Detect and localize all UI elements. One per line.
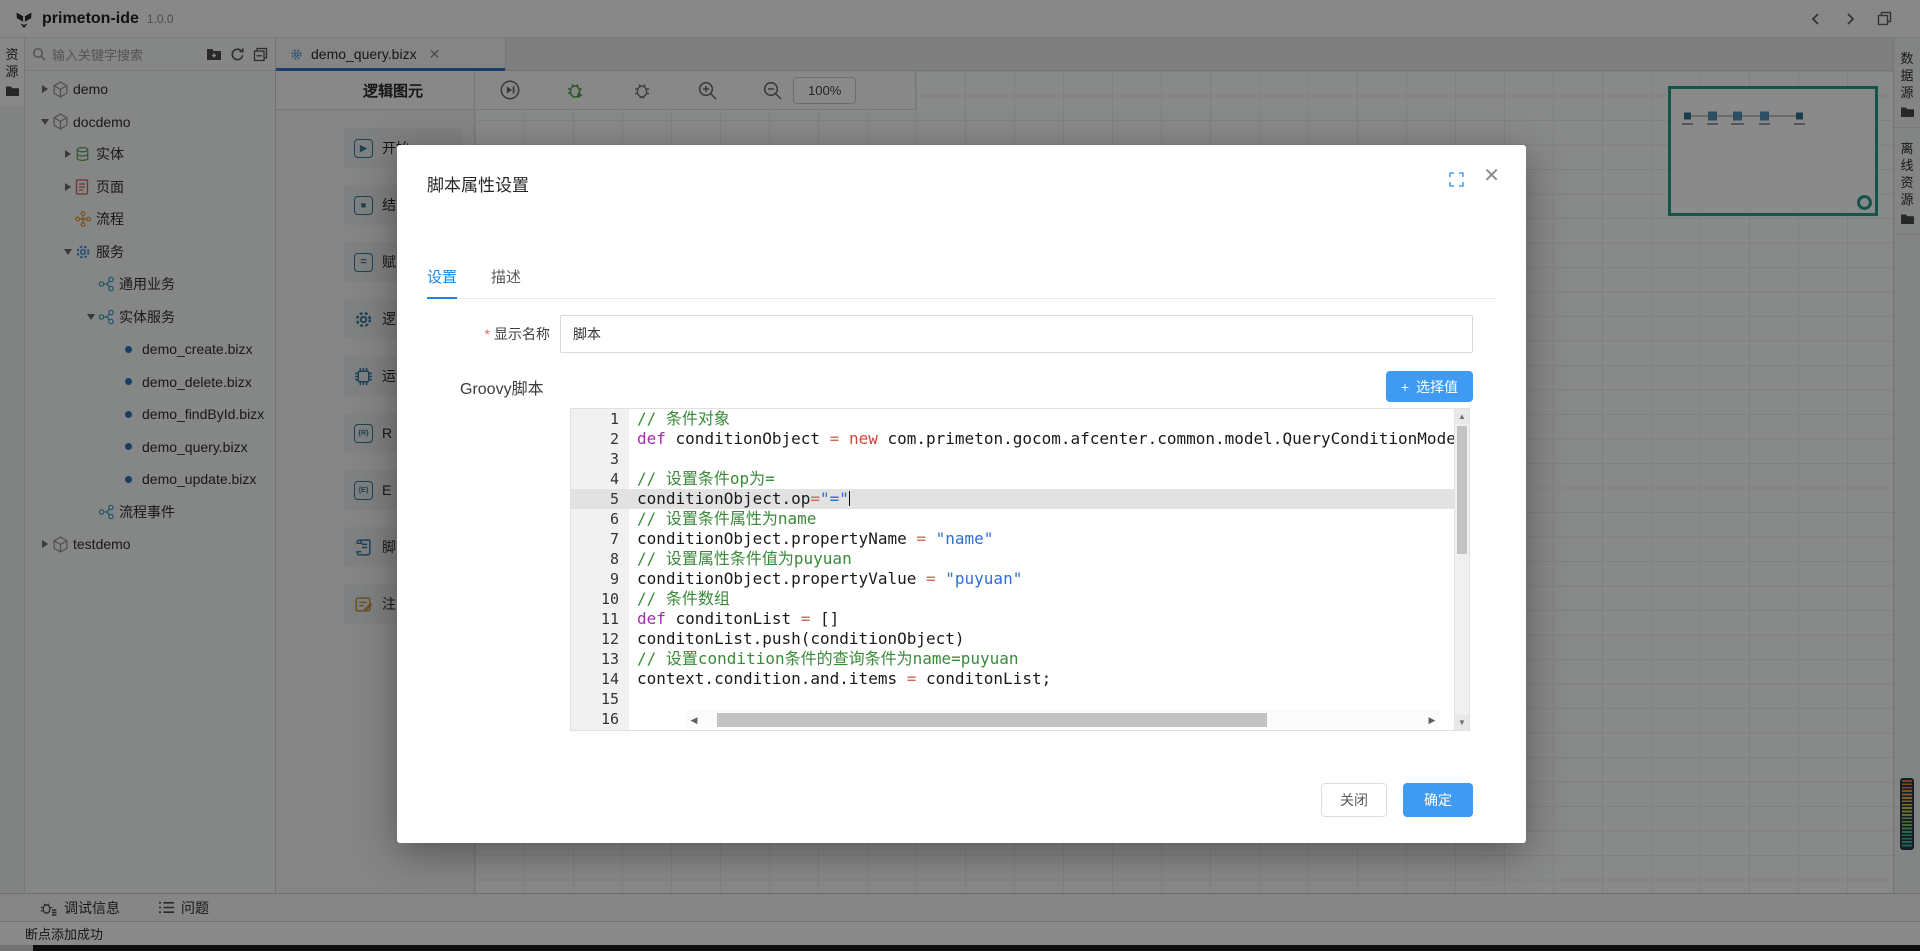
code-line-6[interactable]: // 设置条件属性为name xyxy=(629,509,1454,529)
vscroll-thumb[interactable] xyxy=(1457,426,1467,554)
line-number[interactable]: 8 xyxy=(571,549,629,569)
code-line-1[interactable]: // 条件对象 xyxy=(629,409,1454,429)
dialog-tabs: 设置 描述 xyxy=(427,266,1496,299)
line-number[interactable]: 6 xyxy=(571,509,629,529)
display-name-field[interactable]: 脚本 xyxy=(560,315,1473,353)
code-line-5[interactable]: conditionObject.op="=" xyxy=(629,489,1454,509)
groovy-code-editor[interactable]: 12345678910111213141516 // 条件对象def condi… xyxy=(570,408,1470,731)
line-number[interactable]: 4 xyxy=(571,469,629,489)
code-line-7[interactable]: conditionObject.propertyName = "name" xyxy=(629,529,1454,549)
line-number[interactable]: 16 xyxy=(571,709,629,729)
close-button[interactable]: 关闭 xyxy=(1321,783,1387,817)
hscroll-thumb[interactable] xyxy=(717,713,1267,727)
script-properties-dialog: 脚本属性设置 ✕ 设置 描述 *显示名称 脚本 Groovy脚本 + 选择值 1… xyxy=(397,145,1526,843)
line-number[interactable]: 15 xyxy=(571,689,629,709)
line-number[interactable]: 12 xyxy=(571,629,629,649)
dialog-title: 脚本属性设置 xyxy=(427,171,529,196)
vertical-scrollbar[interactable]: ▲ ▼ xyxy=(1454,409,1469,730)
line-number[interactable]: 9 xyxy=(571,569,629,589)
code-lines[interactable]: // 条件对象def conditionObject = new com.pri… xyxy=(629,409,1454,729)
groovy-row: Groovy脚本 + 选择值 xyxy=(427,371,1473,402)
code-line-12[interactable]: conditonList.push(conditionObject) xyxy=(629,629,1454,649)
line-number[interactable]: 10 xyxy=(571,589,629,609)
code-line-15[interactable] xyxy=(629,689,1454,709)
maximize-icon[interactable] xyxy=(1449,172,1464,187)
required-asterisk: * xyxy=(485,326,490,342)
code-line-11[interactable]: def conditonList = [] xyxy=(629,609,1454,629)
ok-button[interactable]: 确定 xyxy=(1403,783,1473,817)
close-icon[interactable]: ✕ xyxy=(1483,166,1500,186)
groovy-script-label: Groovy脚本 xyxy=(460,375,544,399)
line-number[interactable]: 2 xyxy=(571,429,629,449)
display-name-row: *显示名称 脚本 xyxy=(427,315,1473,353)
line-number[interactable]: 1 xyxy=(571,409,629,429)
scroll-left-icon[interactable]: ◀ xyxy=(687,715,701,726)
tab-settings[interactable]: 设置 xyxy=(427,266,457,299)
code-line-8[interactable]: // 设置属性条件值为puyuan xyxy=(629,549,1454,569)
line-number[interactable]: 5 xyxy=(571,489,629,509)
code-line-13[interactable]: // 设置condition条件的查询条件为name=puyuan xyxy=(629,649,1454,669)
select-value-button[interactable]: + 选择值 xyxy=(1386,371,1473,402)
dialog-footer: 关闭 确定 xyxy=(1321,783,1473,817)
line-number-gutter: 12345678910111213141516 xyxy=(571,409,629,730)
display-name-label: *显示名称 xyxy=(427,324,560,344)
ide-screen: primeton-ide 1.0.0 资源 输入关键字搜索 demodocdem… xyxy=(0,0,1920,951)
line-number[interactable]: 3 xyxy=(571,449,629,469)
plus-icon: + xyxy=(1401,379,1409,395)
scroll-up-icon[interactable]: ▲ xyxy=(1455,409,1469,424)
code-line-2[interactable]: def conditionObject = new com.primeton.g… xyxy=(629,429,1454,449)
line-number[interactable]: 7 xyxy=(571,529,629,549)
code-line-4[interactable]: // 设置条件op为= xyxy=(629,469,1454,489)
code-line-9[interactable]: conditionObject.propertyValue = "puyuan" xyxy=(629,569,1454,589)
text-cursor xyxy=(849,491,851,506)
line-number[interactable]: 11 xyxy=(571,609,629,629)
code-line-3[interactable] xyxy=(629,449,1454,469)
line-number[interactable]: 14 xyxy=(571,669,629,689)
scroll-right-icon[interactable]: ▶ xyxy=(1425,715,1439,726)
tab-description[interactable]: 描述 xyxy=(491,266,521,298)
horizontal-scrollbar[interactable]: ◀ ▶ xyxy=(687,710,1439,730)
scroll-down-icon[interactable]: ▼ xyxy=(1455,715,1469,730)
code-line-10[interactable]: // 条件数组 xyxy=(629,589,1454,609)
code-line-14[interactable]: context.condition.and.items = conditonLi… xyxy=(629,669,1454,689)
line-number[interactable]: 13 xyxy=(571,649,629,669)
